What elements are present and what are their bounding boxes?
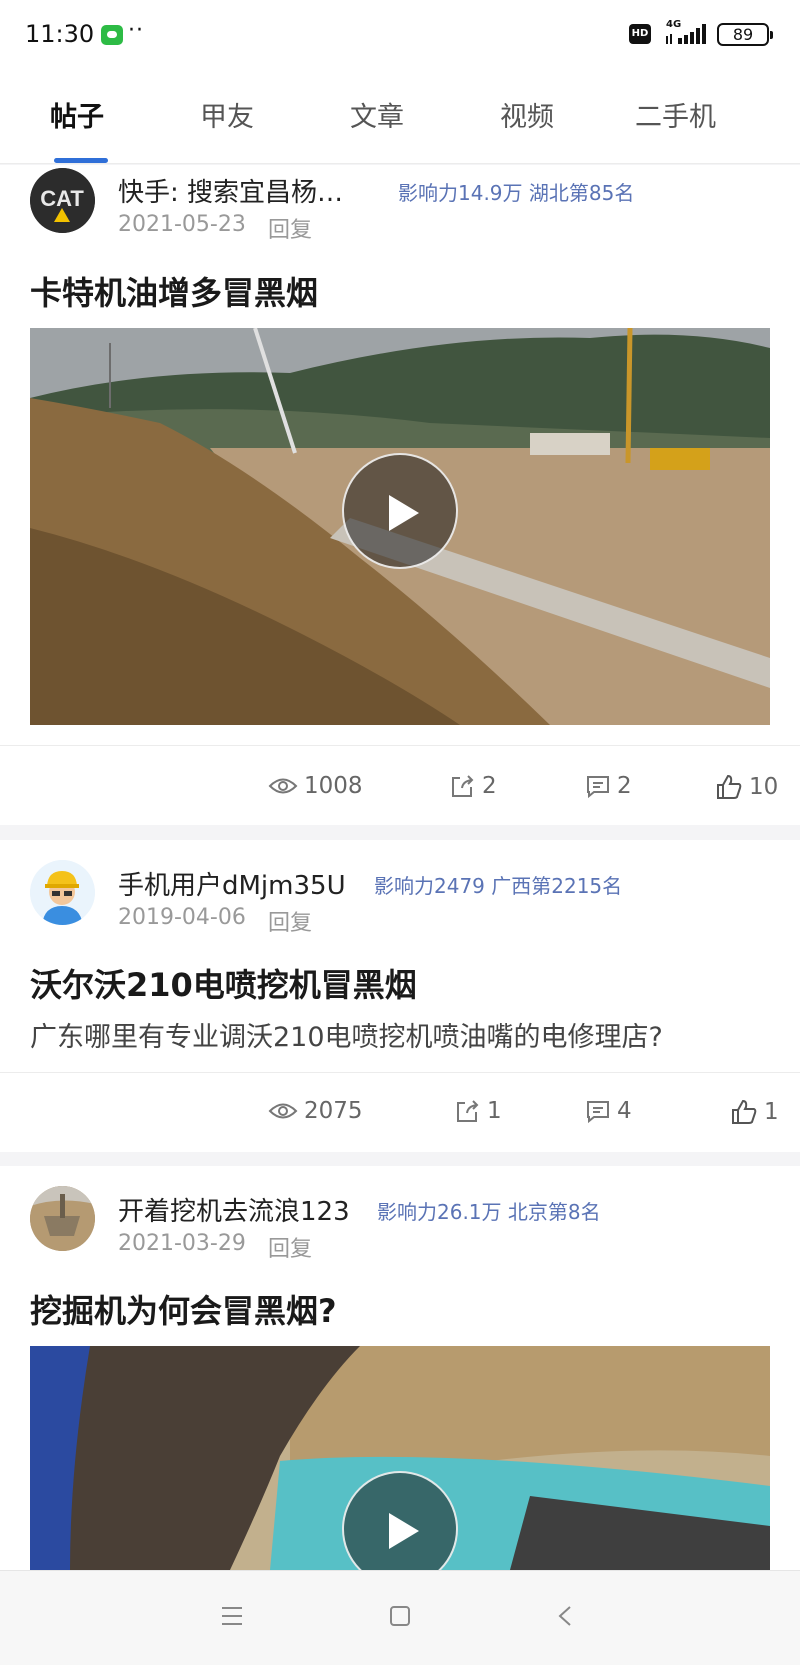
avatar[interactable] (30, 1186, 95, 1251)
eye-icon (268, 778, 298, 794)
comment-button[interactable]: 2 (585, 773, 632, 799)
svg-text:CAT: CAT (40, 186, 84, 211)
thumbs-up-icon (717, 774, 742, 799)
tab-used-machines[interactable]: 二手机 (635, 95, 716, 134)
system-nav-bar (0, 1570, 800, 1665)
influence-badge: 影响力2479 广西第2215名 (374, 874, 623, 898)
worker-avatar-icon (30, 860, 95, 925)
post-title[interactable]: 挖掘机为何会冒黑烟? (30, 1286, 337, 1332)
battery-indicator: 89 (717, 23, 773, 46)
share-icon (457, 1100, 479, 1122)
like-button[interactable]: 10 (715, 773, 778, 801)
tab-posts[interactable]: 帖子 (50, 95, 104, 134)
comment-count: 2 (617, 773, 632, 799)
like-button[interactable]: 1 (730, 1098, 779, 1126)
post-excerpt[interactable]: 广东哪里有专业调沃210电喷挖机喷油嘴的电修理店? (30, 1015, 663, 1054)
view-count-value: 2075 (304, 1098, 363, 1124)
username[interactable]: 开着挖机去流浪123 (118, 1191, 350, 1228)
reply-label[interactable]: 回复 (268, 212, 312, 244)
cat-logo-icon: CAT (30, 168, 95, 233)
menu-icon[interactable] (220, 1605, 244, 1627)
play-icon (389, 495, 419, 531)
divider (0, 745, 800, 746)
share-icon (452, 775, 474, 797)
play-button[interactable] (342, 453, 458, 569)
tab-bar: 帖子 甲友 文章 视频 二手机 (0, 70, 800, 164)
eye-icon (268, 1103, 298, 1119)
thumbs-up-icon (732, 1099, 757, 1124)
hd-badge: HD (629, 24, 651, 44)
influence-badge: 影响力14.9万 湖北第85名 (398, 181, 635, 205)
username[interactable]: 快手: 搜索宜昌杨… (118, 172, 343, 209)
back-icon[interactable] (556, 1605, 574, 1627)
comment-icon (587, 776, 609, 799)
divider (0, 1072, 800, 1073)
view-count-value: 1008 (304, 773, 363, 799)
view-count: 2075 (268, 1098, 363, 1124)
share-count: 1 (487, 1098, 502, 1124)
reply-label[interactable]: 回复 (268, 905, 312, 937)
post-card[interactable]: CAT 快手: 搜索宜昌杨… 影响力14.9万 湖北第85名 2021-05-2… (0, 165, 800, 825)
status-time: 11:30 (25, 20, 95, 48)
post-title[interactable]: 卡特机油增多冒黑烟 (30, 268, 318, 314)
tab-friends[interactable]: 甲友 (200, 95, 254, 134)
home-square-icon[interactable] (388, 1605, 412, 1627)
play-icon (389, 1513, 419, 1549)
like-count: 10 (749, 774, 779, 800)
signal-icon (666, 24, 706, 44)
view-count: 1008 (268, 773, 363, 799)
share-button[interactable]: 2 (450, 773, 497, 799)
share-count: 2 (482, 773, 497, 799)
comment-icon (587, 1101, 609, 1124)
status-bar: 11:30 ·· HD 4G 89 (0, 0, 800, 70)
video-thumbnail[interactable] (30, 1346, 770, 1570)
comment-button[interactable]: 4 (585, 1098, 632, 1124)
active-tab-indicator (54, 158, 108, 163)
tab-articles[interactable]: 文章 (350, 95, 404, 134)
excavator-bucket-avatar-icon (30, 1186, 95, 1251)
post-card[interactable]: 手机用户dMjm35U 影响力2479 广西第2215名 2019-04-06 … (0, 840, 800, 1152)
comment-count: 4 (617, 1098, 632, 1124)
wechat-icon (101, 25, 123, 45)
reply-label[interactable]: 回复 (268, 1231, 312, 1263)
post-date: 2021-05-23 (118, 212, 246, 237)
tab-videos[interactable]: 视频 (500, 95, 554, 134)
post-card[interactable]: 开着挖机去流浪123 影响力26.1万 北京第8名 2021-03-29 回复 … (0, 1166, 800, 1570)
avatar[interactable]: CAT (30, 168, 95, 233)
influence-badge: 影响力26.1万 北京第8名 (377, 1200, 601, 1224)
status-dots: ·· (128, 18, 144, 43)
post-date: 2021-03-29 (118, 1231, 246, 1256)
post-date: 2019-04-06 (118, 905, 246, 930)
avatar[interactable] (30, 860, 95, 925)
post-title[interactable]: 沃尔沃210电喷挖机冒黑烟 (30, 960, 417, 1006)
username[interactable]: 手机用户dMjm35U (118, 865, 346, 902)
video-thumbnail[interactable] (30, 328, 770, 725)
like-count: 1 (764, 1099, 779, 1125)
share-button[interactable]: 1 (455, 1098, 502, 1124)
